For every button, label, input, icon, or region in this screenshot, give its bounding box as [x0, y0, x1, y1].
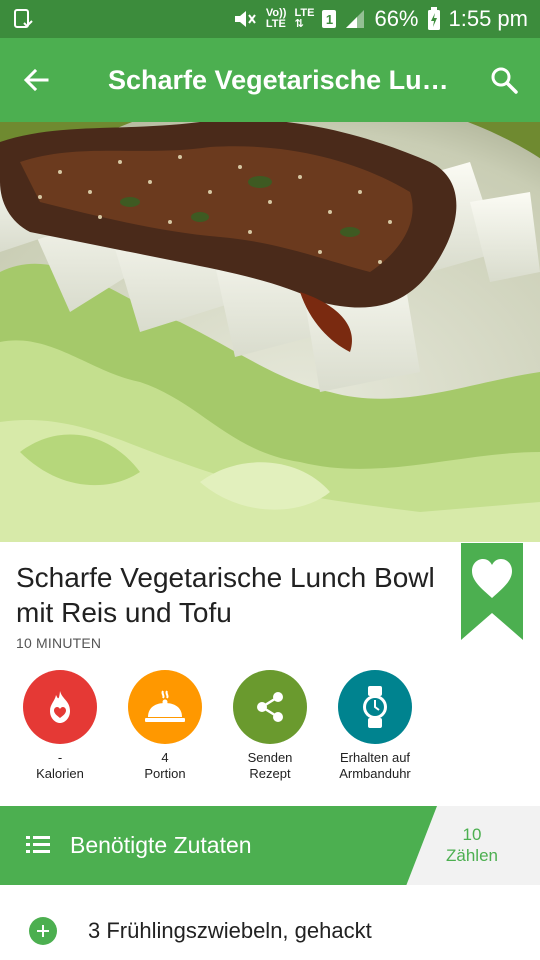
ingredient-row[interactable]: 3 Frühlingszwiebeln, gehackt — [0, 900, 540, 960]
share-recipe-action[interactable]: Senden Rezept — [210, 670, 330, 782]
recipe-hero-image — [0, 122, 540, 542]
signal-icon — [346, 10, 365, 28]
ingredients-header: Benötigte Zutaten 10 Zählen — [0, 806, 540, 885]
ingredients-count: 10 Zählen — [446, 825, 498, 865]
smartwatch-icon — [338, 670, 412, 744]
search-button[interactable] — [468, 38, 540, 122]
serving-dish-icon — [128, 670, 202, 744]
app-toolbar: Scharfe Vegetarische Lunch Bowl mit Reis… — [0, 38, 540, 122]
lte-indicator: LTE ⇅ — [294, 7, 315, 30]
heart-bookmark-icon — [461, 543, 523, 640]
sim-icon: 1 — [322, 10, 337, 28]
search-icon — [491, 67, 518, 94]
status-time: 1:55 pm — [448, 6, 529, 31]
watch-action[interactable]: Erhalten auf Armbanduhr — [315, 670, 435, 782]
arrow-left-icon — [23, 68, 49, 92]
list-icon — [26, 836, 50, 853]
share-icon — [233, 670, 307, 744]
watch-label: Erhalten auf Armbanduhr — [339, 750, 411, 781]
calories-action[interactable]: - Kalorien — [0, 670, 120, 782]
status-bar: Vo)) LTE LTE ⇅ 1 66% 1:55 pm — [0, 0, 540, 38]
notification-icon — [14, 9, 33, 28]
battery-charging-icon — [427, 7, 440, 30]
recipe-title: Scharfe Vegetarische Lunch Bowl mit Reis… — [16, 562, 435, 628]
mute-icon — [234, 11, 256, 27]
toolbar-title: Scharfe Vegetarische Lunch Bowl mit Reis… — [108, 64, 468, 95]
ingredient-text: 3 Frühlingszwiebeln, gehackt — [88, 918, 372, 943]
ingredients-title: Benötigte Zutaten — [70, 832, 252, 858]
calorie-flame-icon — [23, 670, 97, 744]
battery-percent: 66% — [374, 6, 419, 31]
portion-label: 4 Portion — [144, 750, 186, 781]
calories-label: - Kalorien — [36, 750, 84, 781]
add-ingredient-icon[interactable] — [29, 917, 57, 945]
portion-action[interactable]: 4 Portion — [105, 670, 225, 782]
volte-indicator: Vo)) LTE — [265, 7, 287, 30]
back-button[interactable] — [0, 38, 72, 122]
favorite-button[interactable] — [461, 543, 523, 640]
recipe-actions: - Kalorien 4 Portion Senden Rezept Erhal… — [0, 670, 540, 790]
share-label: Senden Rezept — [247, 750, 293, 781]
recipe-time: 10 MINUTEN — [16, 635, 102, 651]
